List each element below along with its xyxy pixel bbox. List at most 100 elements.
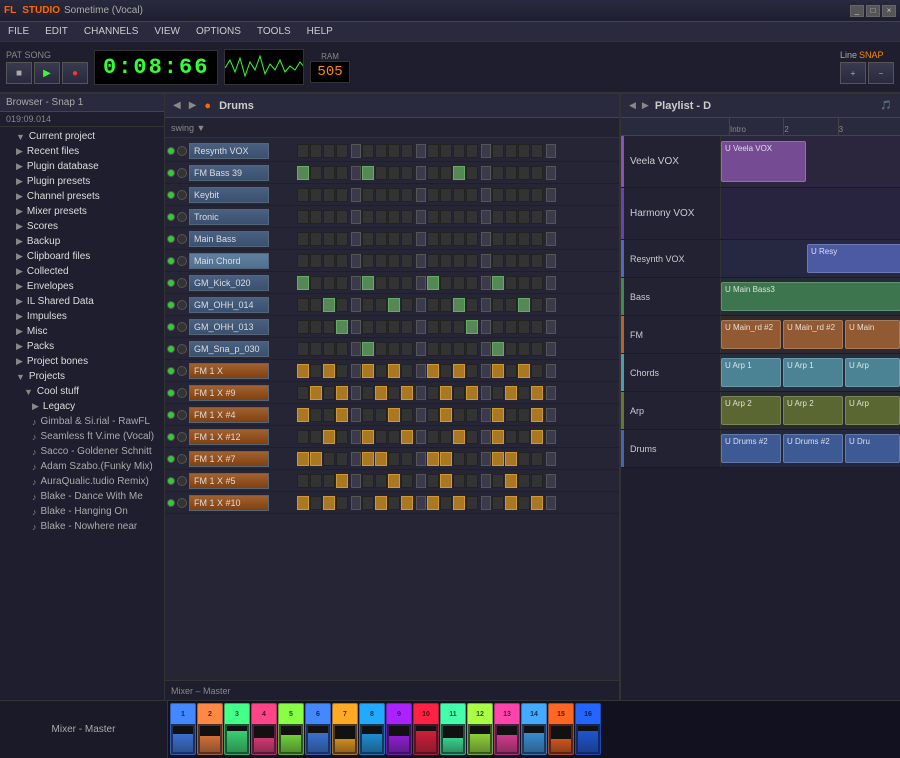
seq-btn-15-7[interactable] <box>401 474 413 488</box>
seq-btn-3-12[interactable] <box>492 210 504 224</box>
seq-btn-8-2[interactable] <box>323 320 335 334</box>
tree-item-8[interactable]: ▶ Clipboard files <box>0 249 164 264</box>
seq-end-btn-14-0[interactable] <box>351 452 361 466</box>
seq-btn-15-3[interactable] <box>336 474 348 488</box>
seq-btn-15-5[interactable] <box>375 474 387 488</box>
seq-btn-15-13[interactable] <box>505 474 517 488</box>
seq-btn-14-10[interactable] <box>453 452 465 466</box>
mixer-channel-9[interactable]: 10 <box>413 703 439 755</box>
seq-end-btn-15-2[interactable] <box>481 474 491 488</box>
seq-btn-4-1[interactable] <box>310 232 322 246</box>
seq-end-btn-15-1[interactable] <box>416 474 426 488</box>
seq-btn-3-1[interactable] <box>310 210 322 224</box>
seq-btn-2-12[interactable] <box>492 188 504 202</box>
seq-btn-4-5[interactable] <box>375 232 387 246</box>
tree-item-7[interactable]: ▶ Backup <box>0 234 164 249</box>
seq-end-btn-6-1[interactable] <box>416 276 426 290</box>
seq-btn-7-11[interactable] <box>466 298 478 312</box>
seq-btn-11-15[interactable] <box>531 386 543 400</box>
tree-item-6[interactable]: ▶ Scores <box>0 219 164 234</box>
seq-end-btn-12-3[interactable] <box>546 408 556 422</box>
seq-btn-3-8[interactable] <box>427 210 439 224</box>
tree-item-24[interactable]: ♪ Blake - Dance With Me <box>0 489 164 504</box>
seq-btn-12-5[interactable] <box>375 408 387 422</box>
seq-end-btn-16-3[interactable] <box>546 496 556 510</box>
tree-item-22[interactable]: ♪ Adam Szabo.(Funky Mix) <box>0 459 164 474</box>
seq-btn-7-7[interactable] <box>401 298 413 312</box>
pl-block-2-0[interactable]: U Resy <box>807 244 900 274</box>
seq-btn-10-6[interactable] <box>388 364 400 378</box>
seq-led-13[interactable] <box>167 433 175 441</box>
seq-btn-12-1[interactable] <box>310 408 322 422</box>
seq-btn-1-6[interactable] <box>388 166 400 180</box>
seq-btn-0-9[interactable] <box>440 144 452 158</box>
pl-block-6-2[interactable]: U Arp <box>845 396 900 426</box>
seq-btn-12-3[interactable] <box>336 408 348 422</box>
seq-btn-10-14[interactable] <box>518 364 530 378</box>
seq-led-10[interactable] <box>167 367 175 375</box>
seq-btn-6-5[interactable] <box>375 276 387 290</box>
seq-btn-12-2[interactable] <box>323 408 335 422</box>
seq-btn-11-1[interactable] <box>310 386 322 400</box>
seq-btn-6-15[interactable] <box>531 276 543 290</box>
seq-btn-14-0[interactable] <box>297 452 309 466</box>
seq-end-btn-4-3[interactable] <box>546 232 556 246</box>
seq-btn-9-9[interactable] <box>440 342 452 356</box>
seq-btn-5-6[interactable] <box>388 254 400 268</box>
seq-end-btn-0-1[interactable] <box>416 144 426 158</box>
seq-btn-4-14[interactable] <box>518 232 530 246</box>
seq-end-btn-10-3[interactable] <box>546 364 556 378</box>
seq-mini-btn-12[interactable] <box>177 410 187 420</box>
seq-btn-7-10[interactable] <box>453 298 465 312</box>
seq-btn-4-11[interactable] <box>466 232 478 246</box>
seq-btn-2-7[interactable] <box>401 188 413 202</box>
seq-btn-13-4[interactable] <box>362 430 374 444</box>
seq-btn-2-5[interactable] <box>375 188 387 202</box>
seq-mini-btn-0[interactable] <box>177 146 187 156</box>
seq-end-btn-4-2[interactable] <box>481 232 491 246</box>
maximize-button[interactable]: □ <box>866 5 880 17</box>
seq-btn-1-5[interactable] <box>375 166 387 180</box>
mixer-channel-7[interactable]: 8 <box>359 703 385 755</box>
seq-btn-15-8[interactable] <box>427 474 439 488</box>
seq-btn-11-7[interactable] <box>401 386 413 400</box>
seq-btn-11-5[interactable] <box>375 386 387 400</box>
pl-block-4-1[interactable]: U Main_rd #2 <box>783 320 843 350</box>
mixer-channel-10[interactable]: 11 <box>440 703 466 755</box>
seq-btn-9-8[interactable] <box>427 342 439 356</box>
seq-btn-16-3[interactable] <box>336 496 348 510</box>
seq-btn-5-12[interactable] <box>492 254 504 268</box>
seq-btn-3-6[interactable] <box>388 210 400 224</box>
seq-btn-3-7[interactable] <box>401 210 413 224</box>
seq-btn-0-6[interactable] <box>388 144 400 158</box>
seq-led-14[interactable] <box>167 455 175 463</box>
seq-btn-12-13[interactable] <box>505 408 517 422</box>
tree-item-9[interactable]: ▶ Collected <box>0 264 164 279</box>
seq-led-8[interactable] <box>167 323 175 331</box>
seq-btn-8-7[interactable] <box>401 320 413 334</box>
seq-btn-16-13[interactable] <box>505 496 517 510</box>
seq-btn-8-9[interactable] <box>440 320 452 334</box>
seq-btn-2-9[interactable] <box>440 188 452 202</box>
mixer-channel-11[interactable]: 12 <box>467 703 493 755</box>
seq-btn-16-4[interactable] <box>362 496 374 510</box>
seq-btn-2-14[interactable] <box>518 188 530 202</box>
seq-end-btn-14-1[interactable] <box>416 452 426 466</box>
seq-btn-10-13[interactable] <box>505 364 517 378</box>
seq-btn-3-10[interactable] <box>453 210 465 224</box>
seq-end-btn-13-0[interactable] <box>351 430 361 444</box>
seq-btn-7-13[interactable] <box>505 298 517 312</box>
seq-end-btn-7-0[interactable] <box>351 298 361 312</box>
seq-btn-9-3[interactable] <box>336 342 348 356</box>
seq-btn-12-6[interactable] <box>388 408 400 422</box>
seq-end-btn-3-1[interactable] <box>416 210 426 224</box>
seq-btn-5-4[interactable] <box>362 254 374 268</box>
seq-btn-1-3[interactable] <box>336 166 348 180</box>
seq-end-btn-6-0[interactable] <box>351 276 361 290</box>
seq-channel-name-13[interactable]: FM 1 X #12 <box>189 429 269 445</box>
seq-end-btn-16-1[interactable] <box>416 496 426 510</box>
seq-led-1[interactable] <box>167 169 175 177</box>
seq-btn-1-8[interactable] <box>427 166 439 180</box>
seq-led-16[interactable] <box>167 499 175 507</box>
seq-nav-left[interactable]: ◀ <box>173 100 181 111</box>
